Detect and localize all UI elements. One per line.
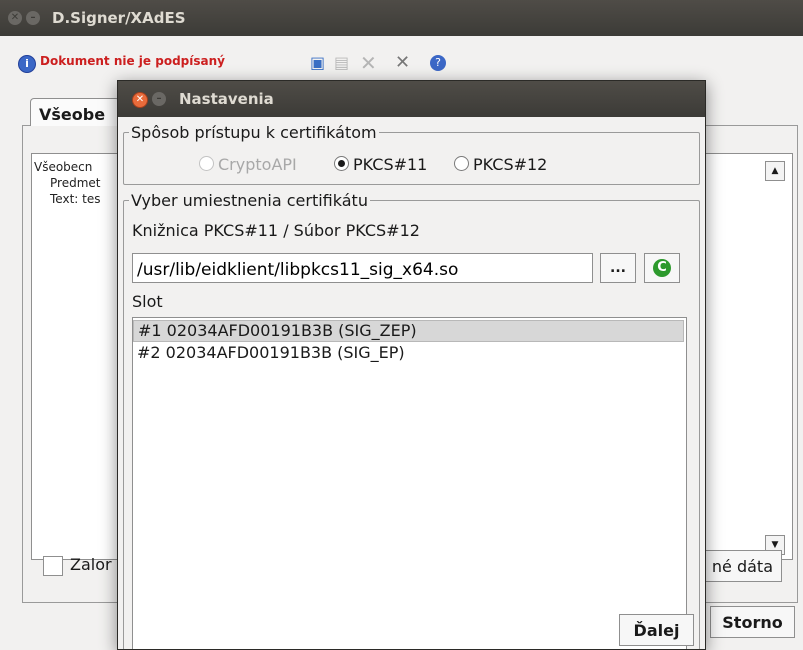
content-line: Všeobecn: [34, 160, 93, 174]
attachment-checkbox[interactable]: [43, 556, 63, 576]
cancel-button[interactable]: Storno: [710, 606, 795, 638]
slot-item[interactable]: #2 02034AFD00191B3B (SIG_EP): [133, 343, 684, 365]
settings-dialog: ✕ – Nastavenia Spôsob prístupu k certifi…: [117, 80, 706, 650]
attachment-label: Zalor: [70, 555, 112, 574]
document-icon[interactable]: ▤: [334, 54, 349, 72]
dialog-titlebar: ✕ – Nastavenia: [118, 81, 705, 117]
radio-indicator: [454, 156, 469, 171]
info-icon: i: [18, 55, 36, 73]
library-label: Knižnica PKCS#11 / Súbor PKCS#12: [132, 221, 420, 240]
radio-indicator: [334, 156, 349, 171]
certificate-access-group: Spôsob prístupu k certifikátom: [123, 123, 700, 185]
delete-icon[interactable]: ✕: [360, 53, 377, 73]
content-line: Text: tes: [50, 192, 101, 206]
main-toolbar: i Dokument nie je podpísaný ▣ ▤ ✕ ✕ ?: [14, 52, 794, 78]
browse-button[interactable]: ...: [600, 253, 636, 283]
refresh-icon: C: [653, 259, 671, 277]
close-icon[interactable]: ✕: [132, 92, 148, 108]
minimize-icon[interactable]: –: [26, 11, 40, 25]
radio-pkcs11[interactable]: PKCS#11: [334, 155, 427, 174]
slot-item[interactable]: #1 02034AFD00191B3B (SIG_ZEP): [133, 320, 684, 342]
radio-label: PKCS#12: [473, 155, 548, 174]
location-group-legend: Vyber umiestnenia certifikátu: [131, 191, 368, 210]
scroll-up-button[interactable]: ▲: [765, 161, 785, 181]
close-icon[interactable]: ✕: [8, 11, 22, 25]
radio-label: PKCS#11: [353, 155, 428, 174]
refresh-button[interactable]: C: [644, 253, 680, 283]
tools-icon[interactable]: ✕: [395, 54, 410, 72]
tab-general[interactable]: Všeobe: [30, 98, 120, 126]
help-icon[interactable]: ?: [430, 55, 446, 71]
access-group-legend: Spôsob prístupu k certifikátom: [131, 123, 377, 142]
slot-list[interactable]: #1 02034AFD00191B3B (SIG_ZEP) #2 02034AF…: [132, 317, 687, 649]
slot-label: Slot: [132, 292, 163, 311]
next-button[interactable]: Ďalej: [619, 614, 694, 646]
minimize-icon[interactable]: –: [152, 92, 166, 106]
radio-pkcs12[interactable]: PKCS#12: [454, 155, 547, 174]
radio-indicator: [199, 156, 214, 171]
radio-label: CryptoAPI: [218, 155, 297, 174]
library-path-input[interactable]: [132, 253, 593, 283]
main-window-titlebar: ✕ – D.Signer/XAdES: [0, 0, 803, 36]
signature-status: Dokument nie je podpísaný: [40, 54, 225, 68]
window-title: D.Signer/XAdES: [52, 9, 186, 27]
sign-document-icon[interactable]: ▣: [310, 54, 325, 72]
content-line: Predmet: [50, 176, 101, 190]
radio-cryptoapi[interactable]: CryptoAPI: [199, 155, 297, 174]
dialog-title: Nastavenia: [179, 90, 274, 108]
